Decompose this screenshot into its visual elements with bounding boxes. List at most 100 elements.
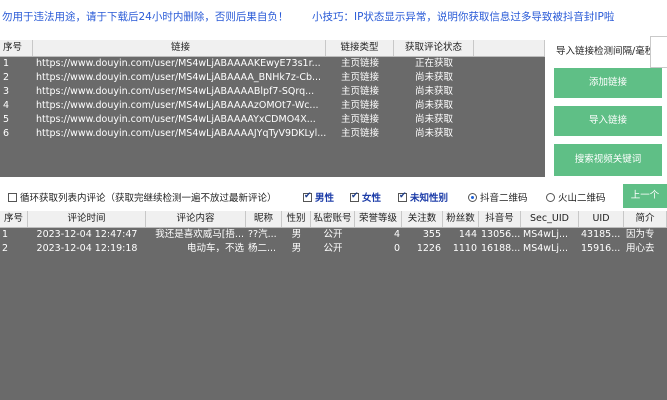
cell-content: 我还是喜欢威马[捂... (155, 229, 244, 240)
cell-no: 4 (3, 100, 10, 111)
col-content[interactable]: 评论内容 (146, 211, 246, 227)
cell-content: 电动车，不选 (186, 243, 244, 254)
import-link-button[interactable]: 导入链接 (554, 106, 662, 136)
col-nick[interactable]: 昵称 (246, 211, 282, 227)
header-empty (474, 40, 545, 56)
header-status[interactable]: 获取评论状态 (394, 40, 474, 56)
cell-uid: 15916... (581, 243, 621, 254)
cell-gender: 男 (291, 243, 302, 254)
cell-secuid: MS4wLj... (523, 243, 569, 254)
warning-text: 勿用于违法用途，请于下载后24小时内删除，否则后果自负！ (2, 11, 289, 23)
cell-fans: 144 (458, 229, 477, 240)
cell-gender: 男 (291, 229, 302, 240)
add-link-button[interactable]: 添加链接 (554, 68, 662, 98)
col-follow[interactable]: 关注数 (402, 211, 443, 227)
header-link[interactable]: 链接 (33, 40, 326, 56)
interval-input[interactable] (650, 36, 667, 68)
table-row[interactable]: 1 2023-12-04 12:47:47 我还是喜欢威马[捂... ??汽... 男 公… (0, 228, 667, 242)
cell-time: 2023-12-04 12:47:47 (36, 229, 138, 240)
cell-link-type: 主页链接 (340, 114, 379, 125)
cell-secuid: MS4wLj... (523, 229, 569, 240)
cell-no: 6 (3, 128, 10, 139)
cell-time: 2023-12-04 12:19:18 (36, 243, 138, 254)
cell-no: 1 (3, 58, 10, 69)
cell-link-type: 主页链接 (340, 58, 379, 69)
cell-no: 3 (3, 86, 10, 97)
options-bar: 循环获取列表内评论（获取完继续检测一遍不放过最新评论） 男性 女性 未知性别 抖… (0, 182, 667, 210)
prev-button[interactable]: 上一个 (623, 184, 667, 208)
cell-private: 公开 (323, 229, 343, 240)
unknown-gender-checkbox[interactable]: 未知性别 (398, 190, 448, 204)
male-checkbox[interactable]: 男性 (303, 190, 334, 204)
cell-status: 尚未获取 (414, 114, 453, 125)
header-no[interactable]: 序号 (0, 40, 33, 56)
right-panel: 导入链接检测间隔/毫秒 添加链接 导入链接 搜索视频关键词 (548, 34, 667, 182)
col-fans[interactable]: 粉丝数 (443, 211, 479, 227)
table-row[interactable]: 2 https://www.douyin.com/user/MS4wLjABAAA… (0, 71, 545, 85)
cell-no: 5 (3, 114, 10, 125)
cell-nick: ??汽... (248, 229, 277, 240)
col-level[interactable]: 荣誉等级 (355, 211, 402, 227)
cell-status: 尚未获取 (414, 100, 453, 111)
table-row[interactable]: 2 2023-12-04 12:19:18 电动车，不选 杨二... 男 公开 0 1226 1… (0, 242, 667, 256)
table-row[interactable]: 1 https://www.douyin.com/user/MS4wLjABAAA… (0, 57, 545, 71)
huoshan-qr-radio[interactable]: 火山二维码 (546, 190, 606, 204)
douyin-qr-label: 抖音二维码 (480, 193, 528, 204)
col-bio[interactable]: 简介 (624, 211, 667, 227)
cell-url: https://www.douyin.com/user/MS4wLjABAAAA… (36, 86, 315, 97)
comments-table-header: 序号 评论时间 评论内容 昵称 性别 私密账号 荣誉等级 关注数 粉丝数 抖音号… (0, 211, 667, 228)
cell-nick: 杨二... (248, 243, 277, 254)
table-row[interactable]: 5 https://www.douyin.com/user/MS4wLjABAAA… (0, 113, 545, 127)
cell-url: https://www.douyin.com/user/MS4wLjABAAAA… (36, 114, 316, 125)
col-gender[interactable]: 性别 (282, 211, 311, 227)
douyin-qr-radio[interactable]: 抖音二维码 (468, 190, 528, 204)
loop-checkbox[interactable]: 循环获取列表内评论（获取完继续检测一遍不放过最新评论） (8, 190, 277, 204)
cell-link-type: 主页链接 (340, 128, 379, 139)
search-keyword-button[interactable]: 搜索视频关键词 (554, 144, 662, 176)
cell-uid: 43185... (581, 229, 621, 240)
links-table[interactable]: 序号 链接 链接类型 获取评论状态 1 https://www.douyin.co… (0, 40, 545, 177)
cell-private: 公开 (323, 243, 343, 254)
cell-dyid: 16188... (481, 243, 521, 254)
cell-url: https://www.douyin.com/user/MS4wLjABAAAA… (36, 72, 322, 83)
checkbox-checked-icon (398, 191, 407, 202)
male-label: 男性 (315, 193, 335, 204)
cell-status: 正在获取 (414, 58, 453, 69)
cell-bio: 因为专 (626, 229, 655, 240)
loop-label: 循环获取列表内评论（获取完继续检测一遍不放过最新评论） (20, 193, 277, 204)
cell-fans: 1110 (452, 243, 477, 254)
cell-no: 2 (3, 72, 10, 83)
cell-level: 0 (393, 243, 400, 254)
huoshan-qr-label: 火山二维码 (558, 193, 606, 204)
cell-link-type: 主页链接 (340, 72, 379, 83)
cell-level: 4 (393, 229, 400, 240)
cell-status: 尚未获取 (414, 128, 453, 139)
col-uid[interactable]: UID (579, 211, 624, 227)
tip-text: 小技巧：IP状态显示异常，说明你获取信息过多导致被抖音封IP啦 (312, 11, 615, 23)
checkbox-checked-icon (350, 191, 359, 202)
col-sec-uid[interactable]: Sec_UID (521, 211, 579, 227)
links-table-header: 序号 链接 链接类型 获取评论状态 (0, 40, 545, 57)
col-private[interactable]: 私密账号 (311, 211, 355, 227)
cell-status: 尚未获取 (414, 86, 453, 97)
cell-url: https://www.douyin.com/user/MS4wLjABAAAA… (36, 100, 319, 111)
cell-status: 尚未获取 (414, 72, 453, 83)
cell-follow: 355 (422, 229, 441, 240)
unknown-gender-label: 未知性别 (410, 193, 449, 204)
cell-dyid: 13056... (481, 229, 521, 240)
table-row[interactable]: 6 https://www.douyin.com/user/MS4wLjABAAA… (0, 127, 545, 141)
cell-url: https://www.douyin.com/user/MS4wLjABAAAA… (36, 58, 321, 69)
table-row[interactable]: 4 https://www.douyin.com/user/MS4wLjABAAA… (0, 99, 545, 113)
col-no[interactable]: 序号 (0, 211, 28, 227)
cell-follow: 1226 (416, 243, 441, 254)
header-link-type[interactable]: 链接类型 (326, 40, 394, 56)
cell-bio: 用心去 (626, 243, 655, 254)
cell-link-type: 主页链接 (340, 86, 379, 97)
female-checkbox[interactable]: 女性 (350, 190, 381, 204)
table-row[interactable]: 3 https://www.douyin.com/user/MS4wLjABAAA… (0, 85, 545, 99)
comments-table[interactable]: 序号 评论时间 评论内容 昵称 性别 私密账号 荣誉等级 关注数 粉丝数 抖音号… (0, 211, 667, 400)
col-time[interactable]: 评论时间 (28, 211, 146, 227)
cell-no: 2 (2, 243, 9, 254)
notice-bar: 勿用于违法用途，请于下载后24小时内删除，否则后果自负！ 小技巧：IP状态显示异… (0, 0, 667, 34)
col-douyin-id[interactable]: 抖音号 (479, 211, 521, 227)
